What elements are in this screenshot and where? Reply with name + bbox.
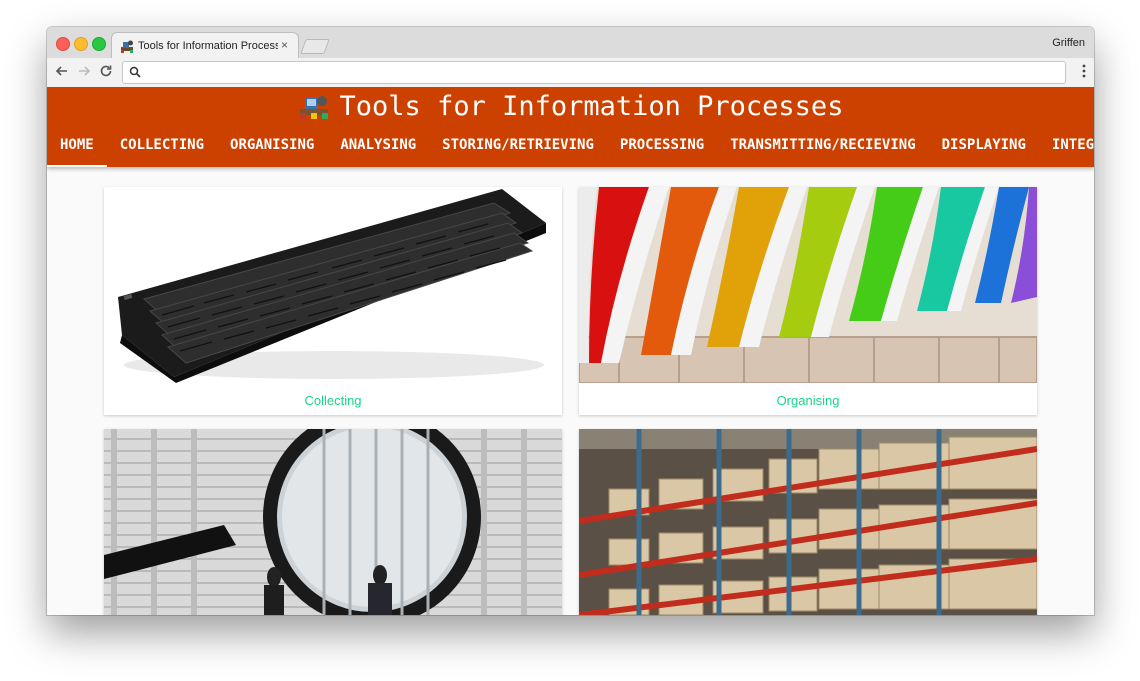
search-icon	[129, 66, 141, 78]
card-label: Organising	[776, 393, 840, 408]
page-content: Tools for Information Processes HOME COLL…	[47, 87, 1094, 615]
card-label: Collecting	[304, 393, 362, 408]
close-window-button[interactable]	[56, 37, 70, 51]
tab-title: Tools for Information Processes	[138, 40, 278, 52]
site-title: Tools for Information Processes	[47, 89, 1094, 125]
warehouse-shelves-image	[579, 429, 1037, 615]
card-collecting[interactable]: Collecting	[104, 187, 562, 415]
address-bar[interactable]	[122, 61, 1066, 84]
tools-favicon-icon	[121, 40, 133, 53]
reload-icon[interactable]	[98, 63, 114, 79]
nav-item-collecting[interactable]: COLLECTING	[107, 127, 217, 167]
browser-tab[interactable]: Tools for Information Processes ×	[111, 32, 299, 60]
nav-item-transmitting-recieving[interactable]: TRANSMITTING/RECIEVING	[717, 127, 928, 167]
nav-item-storing-retrieving[interactable]: STORING/RETRIEVING	[429, 127, 607, 167]
nav-item-home[interactable]: HOME	[47, 127, 107, 167]
nav-item-displaying[interactable]: DISPLAYING	[929, 127, 1039, 167]
forward-arrow-icon[interactable]	[76, 63, 92, 79]
browser-toolbar	[47, 58, 1094, 88]
minimize-window-button[interactable]	[74, 37, 88, 51]
new-tab-button[interactable]	[300, 39, 330, 54]
tab-strip: Tools for Information Processes × Griffe…	[47, 27, 1094, 60]
nav-item-processing[interactable]: PROCESSING	[607, 127, 717, 167]
address-input[interactable]	[145, 64, 1049, 81]
main-navigation: HOME COLLECTING ORGANISING ANALYSING STORING…	[47, 127, 1094, 167]
site-header: Tools for Information Processes HOME COLL…	[47, 87, 1094, 167]
tab-close-icon[interactable]: ×	[281, 38, 288, 52]
keyboard-image	[104, 187, 562, 383]
card-storing-retrieving[interactable]	[579, 429, 1037, 615]
kebab-menu-icon[interactable]	[1082, 64, 1086, 78]
tools-logo-icon	[299, 96, 328, 119]
back-arrow-icon[interactable]	[54, 63, 70, 79]
zoom-window-button[interactable]	[92, 37, 106, 51]
browser-window: Tools for Information Processes × Griffe…	[47, 27, 1094, 615]
nav-item-analysing[interactable]: ANALYSING	[327, 127, 429, 167]
profile-name[interactable]: Griffen	[1052, 37, 1085, 49]
coloured-folders-image	[579, 187, 1037, 383]
nav-item-integration[interactable]: INTEGRATION	[1039, 127, 1094, 167]
card-organising[interactable]: Organising	[579, 187, 1037, 415]
nav-item-organising[interactable]: ORGANISING	[217, 127, 327, 167]
magnifying-glass-image	[104, 429, 562, 615]
site-title-text: Tools for Information Processes	[339, 91, 844, 122]
card-analysing[interactable]	[104, 429, 562, 615]
